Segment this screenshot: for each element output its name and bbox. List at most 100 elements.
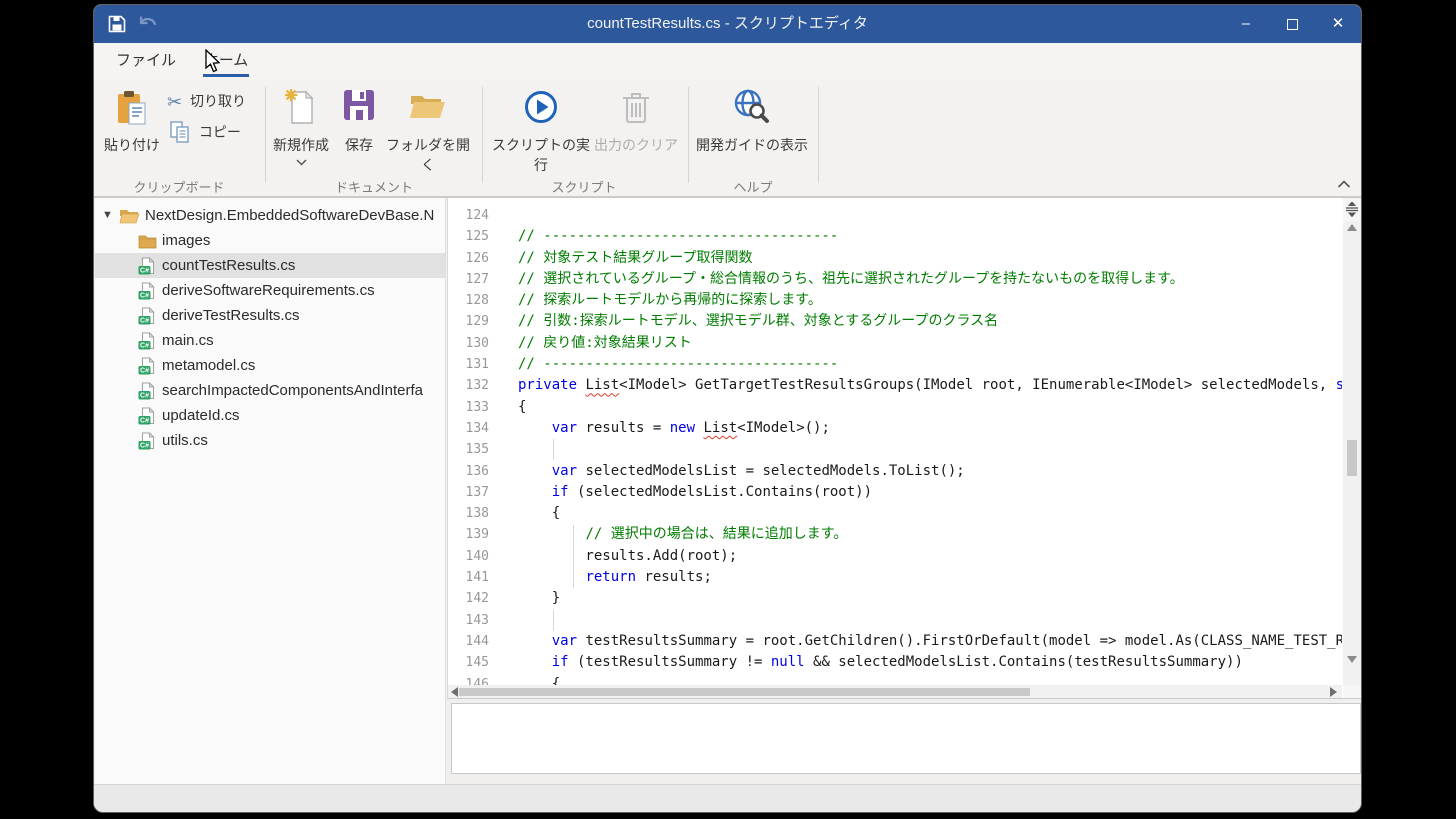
code-line: 133{ [448,397,1342,418]
open-folder-button[interactable]: フォルダを開く [383,83,473,175]
new-document-icon [268,88,334,131]
line-number: 136 [465,463,489,479]
csharp-file-icon: C# [138,306,156,328]
save-icon [339,89,379,131]
folder-open-icon [119,207,140,228]
line-number: 138 [465,506,489,522]
expander-icon[interactable]: ▼ [102,203,116,228]
tree-item[interactable]: ▼ NextDesign.EmbeddedSoftwareDevBase.N [95,203,445,228]
scroll-up-arrow[interactable] [1347,224,1357,231]
tree-item-label: deriveSoftwareRequirements.cs [162,282,375,299]
code-line: 140 results.Add(root); [448,546,1342,567]
maximize-button[interactable] [1269,5,1315,43]
code-line: 124 [448,205,1342,226]
code-line: 139 // 選択中の場合は、結果に追加します。 [448,524,1342,545]
scroll-right-arrow[interactable] [1330,687,1337,697]
split-editor-grip[interactable] [1343,199,1361,221]
cut-label: 切り取り [189,93,246,109]
mouse-cursor [205,49,221,73]
scroll-left-arrow[interactable] [451,687,458,697]
title-bar[interactable]: countTestResults.cs - スクリプトエディタ – ✕ [94,5,1361,43]
open-folder-icon [383,89,473,131]
vertical-scrollbar[interactable] [1343,198,1361,686]
main-area: ▼ NextDesign.EmbeddedSoftwareDevBase.N ima… [94,197,1361,785]
new-document-button[interactable]: 新規作成 [268,83,334,175]
group-separator [818,87,819,183]
tree-item[interactable]: C# deriveTestResults.cs [95,303,445,328]
status-bar [94,784,1361,812]
indent-guide [553,610,554,631]
code-line: 125// ----------------------------------… [448,226,1342,247]
vertical-scroll-thumb[interactable] [1347,440,1357,476]
code-line: 130// 戻り値:対象結果リスト [448,333,1342,354]
line-number: 131 [465,357,489,373]
chevron-down-icon[interactable] [296,159,307,166]
line-number: 124 [465,208,489,223]
close-button[interactable]: ✕ [1315,5,1361,43]
line-number: 125 [465,229,489,245]
tree-item-label: utils.cs [162,432,208,449]
csharp-file-icon: C# [138,256,156,278]
tree-item[interactable]: C# updateId.cs [95,403,445,428]
group-separator [482,87,483,183]
run-script-label: スクリプトの実行 [492,137,590,173]
group-separator [265,87,266,183]
tree-item-label: countTestResults.cs [162,257,296,274]
svg-text:C#: C# [140,293,149,300]
tree-item[interactable]: images [95,228,445,253]
csharp-file-icon: C# [138,356,156,378]
tree-item[interactable]: C# metamodel.cs [95,353,445,378]
line-number: 139 [465,527,489,543]
file-tree-panel[interactable]: ▼ NextDesign.EmbeddedSoftwareDevBase.N ima… [95,198,446,785]
line-number: 128 [465,293,489,309]
dev-guide-button[interactable]: 開発ガイドの表示 [694,83,810,175]
svg-text:C#: C# [140,268,149,275]
tree-item-label: images [162,232,211,249]
tree-item[interactable]: C# searchImpactedComponentsAndInterfa [95,378,445,403]
line-number: 141 [465,570,489,586]
clear-output-label: 出力のクリア [594,137,678,153]
code-line: 128// 探索ルートモデルから再帰的に探索します。 [448,290,1342,311]
svg-text:C#: C# [140,343,149,350]
line-number: 135 [465,442,489,458]
tree-item-label: NextDesign.EmbeddedSoftwareDevBase.N [145,207,435,224]
line-number: 133 [465,399,489,415]
dev-guide-icon [694,89,810,131]
clear-output-button: 出力のクリア [592,83,680,175]
group-separator [688,87,689,183]
collapse-ribbon-icon[interactable] [1337,179,1351,189]
horizontal-scroll-thumb[interactable] [459,688,1030,696]
dev-guide-label: 開発ガイドの表示 [696,137,808,153]
open-folder-label: フォルダを開く [386,137,470,173]
tree-item[interactable]: C# deriveSoftwareRequirements.cs [95,278,445,303]
code-view[interactable]: 124 125// -------------------------------… [448,198,1342,686]
svg-text:C#: C# [140,368,149,375]
code-line: 142 } [448,588,1342,609]
copy-button[interactable]: コピー [170,121,241,143]
tree-item[interactable]: C# countTestResults.cs [95,253,445,278]
line-number: 126 [465,250,489,266]
line-number: 140 [465,548,489,564]
clear-output-icon [592,89,680,131]
code-editor[interactable]: 124 125// -------------------------------… [447,198,1361,699]
save-button[interactable]: 保存 [339,83,379,175]
tree-item[interactable]: C# main.cs [95,328,445,353]
cut-button[interactable]: ✂ 切り取り [167,91,246,113]
output-panel[interactable] [451,703,1361,774]
run-script-button[interactable]: スクリプトの実行 [492,83,590,175]
tree-item[interactable]: C# utils.cs [95,428,445,453]
csharp-file-icon: C# [138,281,156,303]
line-number: 127 [465,271,489,287]
code-line: 143 [448,610,1342,631]
scroll-down-arrow[interactable] [1347,656,1357,663]
svg-text:C#: C# [140,318,149,325]
horizontal-scrollbar[interactable] [448,685,1342,698]
paste-button[interactable]: 貼り付け [104,83,160,175]
minimize-button[interactable]: – [1223,5,1269,43]
code-line: 132 private List<IModel> GetTargetTestRes… [448,375,1342,396]
tab-file[interactable]: ファイル [114,43,178,79]
code-line: 127// 選択されているグループ・総合情報のうち、祖先に選択されたグループを持… [448,269,1342,290]
line-number: 137 [465,484,489,500]
svg-text:C#: C# [140,418,149,425]
tree-item-label: searchImpactedComponentsAndInterfa [162,382,423,399]
